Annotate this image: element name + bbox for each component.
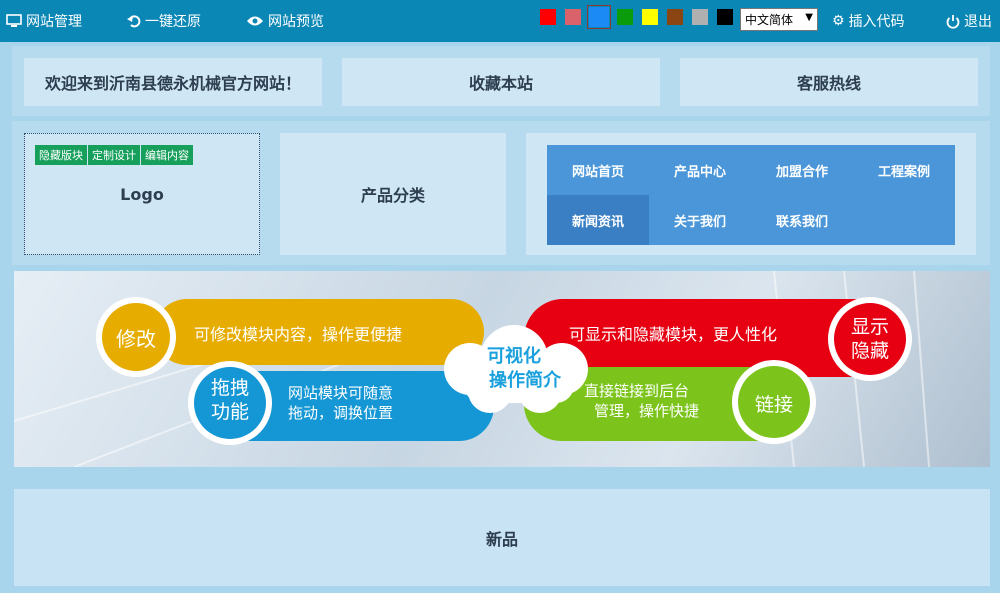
- drag-text: 网站模块可随意 拖动，调换位置: [288, 383, 393, 423]
- logo-nav-row: 隐藏版块 定制设计 编辑内容 Logo 产品分类 网站首页 产品中心 加盟合作 …: [12, 121, 990, 265]
- new-products-label: 新品: [485, 529, 518, 549]
- restore-button[interactable]: 一键还原: [127, 0, 201, 42]
- cloud-title-line2: 操作简介: [489, 370, 561, 391]
- header-row: 欢迎来到沂南县德永机械官方网站！ 收藏本站 客服热线: [12, 46, 990, 116]
- custom-design-button[interactable]: 定制设计: [88, 145, 140, 165]
- color-swatch-yellow[interactable]: [642, 9, 658, 25]
- dropdown-arrow-icon: ▼: [805, 12, 813, 23]
- hotline-text: 客服热线: [796, 74, 861, 93]
- color-swatch-black[interactable]: [717, 9, 733, 25]
- preview-label: 网站预览: [268, 14, 324, 30]
- link-text-line2: 管理，操作快捷: [594, 402, 700, 420]
- drag-text-line1: 网站模块可随意: [288, 384, 394, 402]
- logo-label: Logo: [120, 184, 164, 204]
- language-select[interactable]: 中文简体 ▼: [740, 8, 818, 31]
- category-block[interactable]: 产品分类: [280, 133, 506, 255]
- site-manage-button[interactable]: 网站管理: [6, 0, 82, 42]
- hotline-block[interactable]: 客服热线: [680, 58, 978, 106]
- color-swatch-green[interactable]: [617, 9, 633, 25]
- cloud-title-line1: 可视化: [487, 346, 541, 367]
- favorite-text: 收藏本站: [468, 74, 533, 93]
- undo-icon: [127, 15, 141, 28]
- show-badge: 显示 隐藏: [844, 315, 896, 363]
- logout-button[interactable]: 退出: [946, 0, 992, 42]
- logout-label: 退出: [964, 14, 992, 30]
- color-swatch-red[interactable]: [540, 9, 556, 25]
- power-icon: [946, 14, 960, 29]
- welcome-block[interactable]: 欢迎来到沂南县德永机械官方网站！: [24, 58, 322, 106]
- intro-banner: 修改 可修改模块内容，操作更便捷 拖拽 功能 网站模块可随意 拖动，调换位置 可…: [14, 271, 990, 467]
- language-value: 中文简体: [745, 13, 794, 27]
- welcome-text: 欢迎来到沂南县德永机械官方网站！: [44, 74, 301, 93]
- color-swatch-brown[interactable]: [667, 9, 683, 25]
- nav-item-about[interactable]: 关于我们: [649, 195, 751, 245]
- show-badge-line2: 隐藏: [850, 340, 889, 362]
- edit-content-button[interactable]: 编辑内容: [141, 145, 193, 165]
- cloud-title: 可视化 操作简介: [444, 345, 584, 393]
- favorite-block[interactable]: 收藏本站: [342, 58, 660, 106]
- color-swatch-blue[interactable]: [587, 5, 611, 29]
- drag-text-line2: 拖动，调换位置: [288, 404, 394, 422]
- drag-badge-line1: 拖拽: [210, 377, 249, 399]
- show-text: 可显示和隐藏模块，更人性化: [569, 325, 778, 344]
- nav-item-contact[interactable]: 联系我们: [751, 195, 853, 245]
- color-swatch-gray[interactable]: [692, 9, 708, 25]
- nav-item-cases[interactable]: 工程案例: [853, 145, 955, 195]
- nav-item-home[interactable]: 网站首页: [547, 145, 649, 195]
- new-products-block[interactable]: 新品: [14, 489, 990, 586]
- drag-badge: 拖拽 功能: [204, 376, 256, 424]
- drag-badge-line2: 功能: [210, 401, 249, 423]
- restore-label: 一键还原: [145, 14, 201, 30]
- gear-icon: ⚙: [832, 13, 845, 29]
- nav-item-products[interactable]: 产品中心: [649, 145, 751, 195]
- logo-block[interactable]: 隐藏版块 定制设计 编辑内容 Logo: [24, 133, 260, 255]
- main-nav: 网站首页 产品中心 加盟合作 工程案例 新闻资讯 关于我们 联系我们: [547, 145, 955, 245]
- site-manage-label: 网站管理: [26, 14, 82, 30]
- insert-code-label: 插入代码: [848, 14, 905, 30]
- nav-item-franchise[interactable]: 加盟合作: [751, 145, 853, 195]
- link-text: 直接链接到后台 管理，操作快捷: [584, 381, 699, 421]
- color-swatch-pink[interactable]: [565, 9, 581, 25]
- top-toolbar: 网站管理 一键还原 网站预览 中文简体 ▼ ⚙ 插入代码 退出: [0, 0, 1000, 42]
- link-badge: 链接: [754, 394, 793, 416]
- modify-badge: 修改: [116, 327, 156, 351]
- preview-button[interactable]: 网站预览: [246, 0, 324, 42]
- modify-text: 可修改模块内容，操作更便捷: [194, 325, 403, 344]
- insert-code-button[interactable]: ⚙ 插入代码: [832, 0, 905, 42]
- nav-item-news[interactable]: 新闻资讯: [547, 195, 649, 245]
- eye-icon: [247, 16, 263, 26]
- show-badge-line1: 显示: [850, 316, 889, 338]
- link-text-line1: 直接链接到后台: [584, 382, 690, 400]
- category-label: 产品分类: [360, 186, 425, 205]
- hide-block-button[interactable]: 隐藏版块: [35, 145, 87, 165]
- block-tools: 隐藏版块 定制设计 编辑内容: [35, 145, 193, 165]
- monitor-icon: [6, 14, 22, 27]
